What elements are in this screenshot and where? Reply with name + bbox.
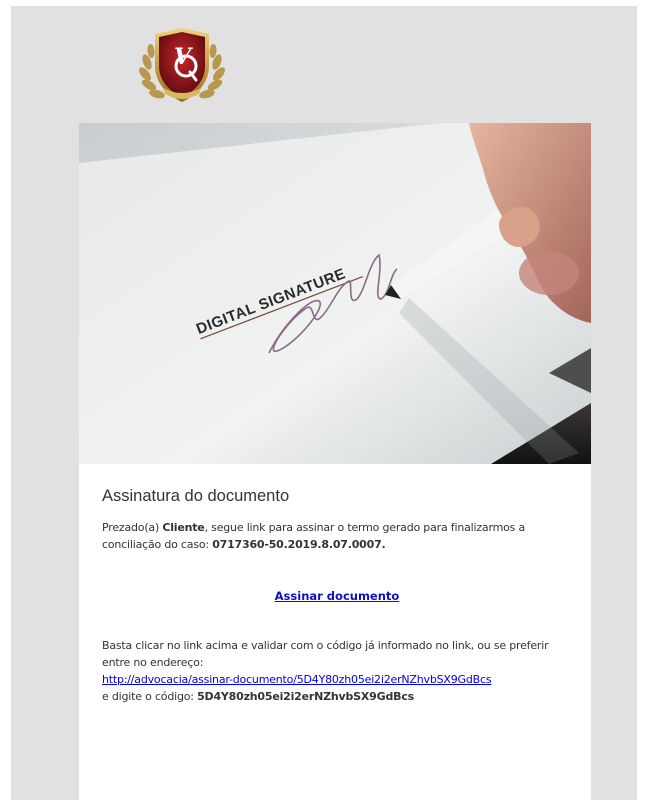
verification-code: 5D4Y80zh05ei2i2erNZhvbSX9GdBcs xyxy=(197,690,414,703)
instructions-paragraph: Basta clicar no link acima e validar com… xyxy=(102,637,572,705)
email-title: Assinatura do documento xyxy=(102,487,290,505)
email-card: DIGITAL SIGNATURE Assinatura do document… xyxy=(79,123,591,800)
brand-logo: V xyxy=(133,22,231,108)
client-name: Cliente xyxy=(162,521,205,534)
sign-document-link[interactable]: Assinar documento xyxy=(275,589,400,603)
signing-url-link[interactable]: http://advocacia/assinar-documento/5D4Y8… xyxy=(102,673,492,686)
intro-paragraph: Prezado(a) Cliente, segue link para assi… xyxy=(102,519,572,553)
email-background: V DIGITAL SIGNATURE Assinatura do docume… xyxy=(11,6,637,800)
email-body: Assinatura do documento Prezado(a) Clien… xyxy=(102,487,572,705)
case-number: 0717360-50.2019.8.07.0007 xyxy=(212,538,382,551)
hero-image: DIGITAL SIGNATURE xyxy=(79,123,591,464)
cta-container: Assinar documento xyxy=(102,585,572,604)
case-suffix: . xyxy=(381,538,386,551)
code-prefix: e digite o código: xyxy=(102,690,198,703)
greeting-prefix: Prezado(a) xyxy=(102,521,163,534)
instructions-text: Basta clicar no link acima e validar com… xyxy=(102,639,549,669)
